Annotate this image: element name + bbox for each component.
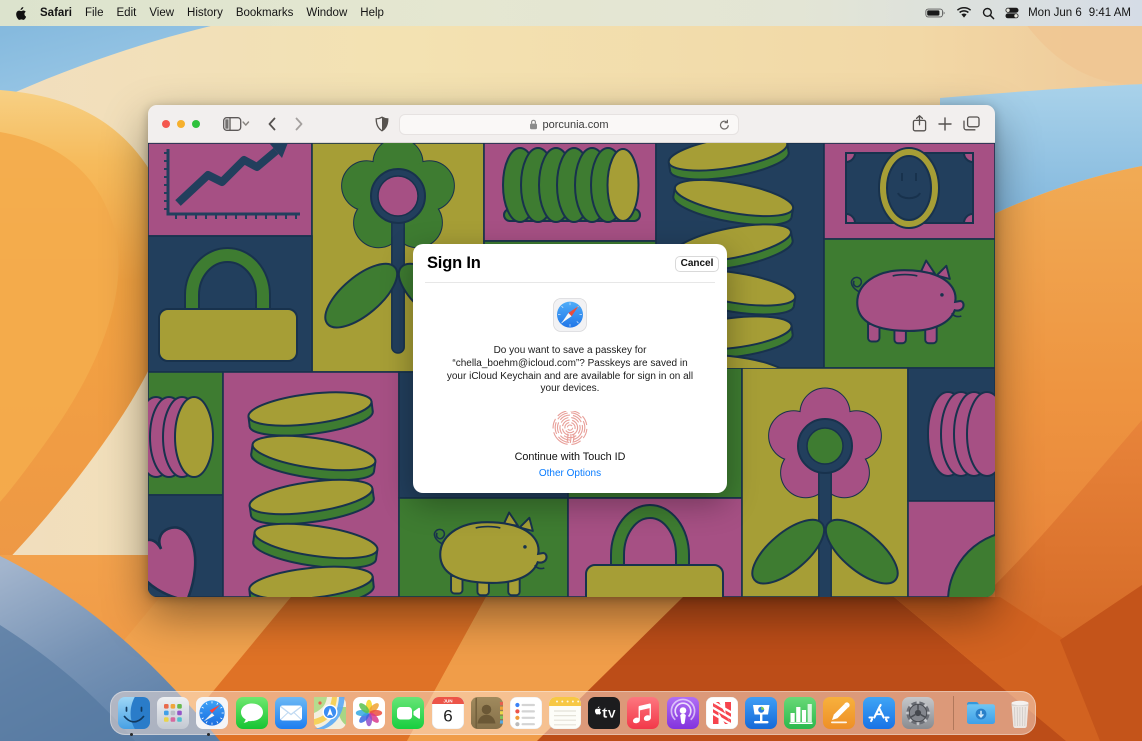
svg-text:6: 6 — [443, 707, 452, 726]
svg-text:JUN: JUN — [443, 699, 453, 704]
